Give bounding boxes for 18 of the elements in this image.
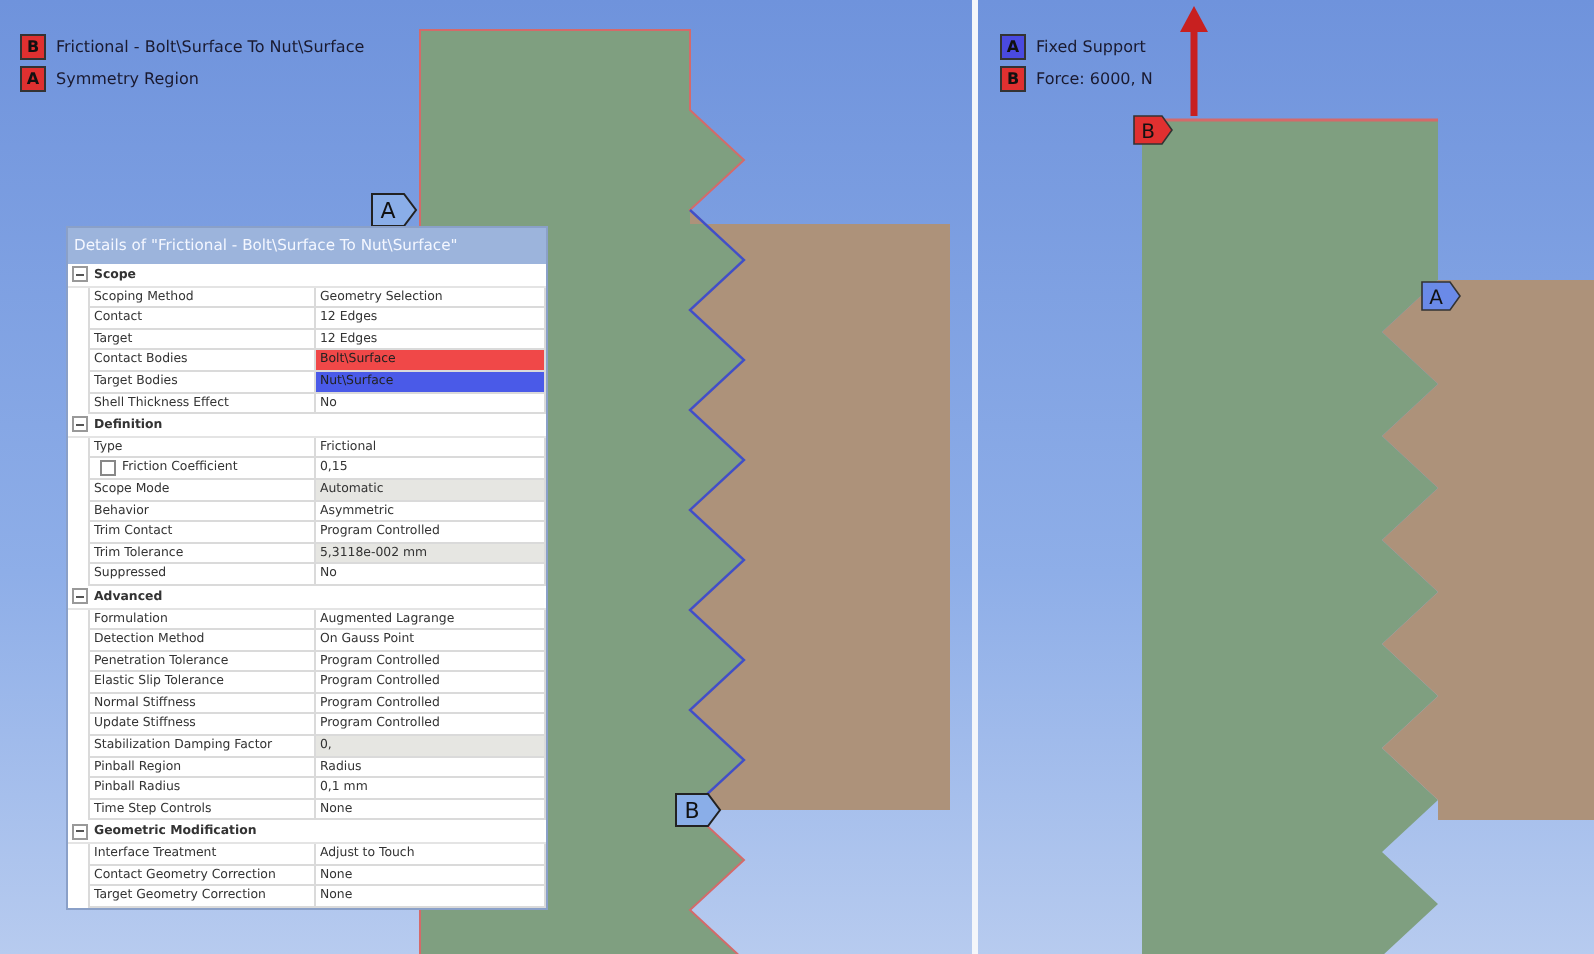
legend-label: Symmetry Region bbox=[56, 70, 199, 88]
label-tag: B bbox=[675, 793, 722, 827]
checkbox[interactable] bbox=[100, 460, 116, 477]
legend-label: Force: 6000, N bbox=[1036, 70, 1153, 88]
collapse-icon[interactable] bbox=[72, 588, 88, 605]
label-tag: A bbox=[371, 193, 418, 227]
collapse-icon[interactable] bbox=[72, 823, 88, 840]
legend-marker: A bbox=[1000, 34, 1026, 60]
legend-marker: B bbox=[1000, 66, 1026, 92]
collapse-icon[interactable] bbox=[72, 266, 88, 283]
legend-label: Fixed Support bbox=[1036, 38, 1146, 56]
legend-marker: A bbox=[20, 66, 46, 92]
collapse-icon[interactable] bbox=[72, 416, 88, 433]
label-tag: A bbox=[1421, 281, 1461, 311]
legend-label: Frictional - Bolt\Surface To Nut\Surface bbox=[56, 38, 365, 56]
force-arrow bbox=[1180, 6, 1208, 116]
legend-marker: B bbox=[20, 34, 46, 60]
label-tag: B bbox=[1133, 115, 1173, 145]
